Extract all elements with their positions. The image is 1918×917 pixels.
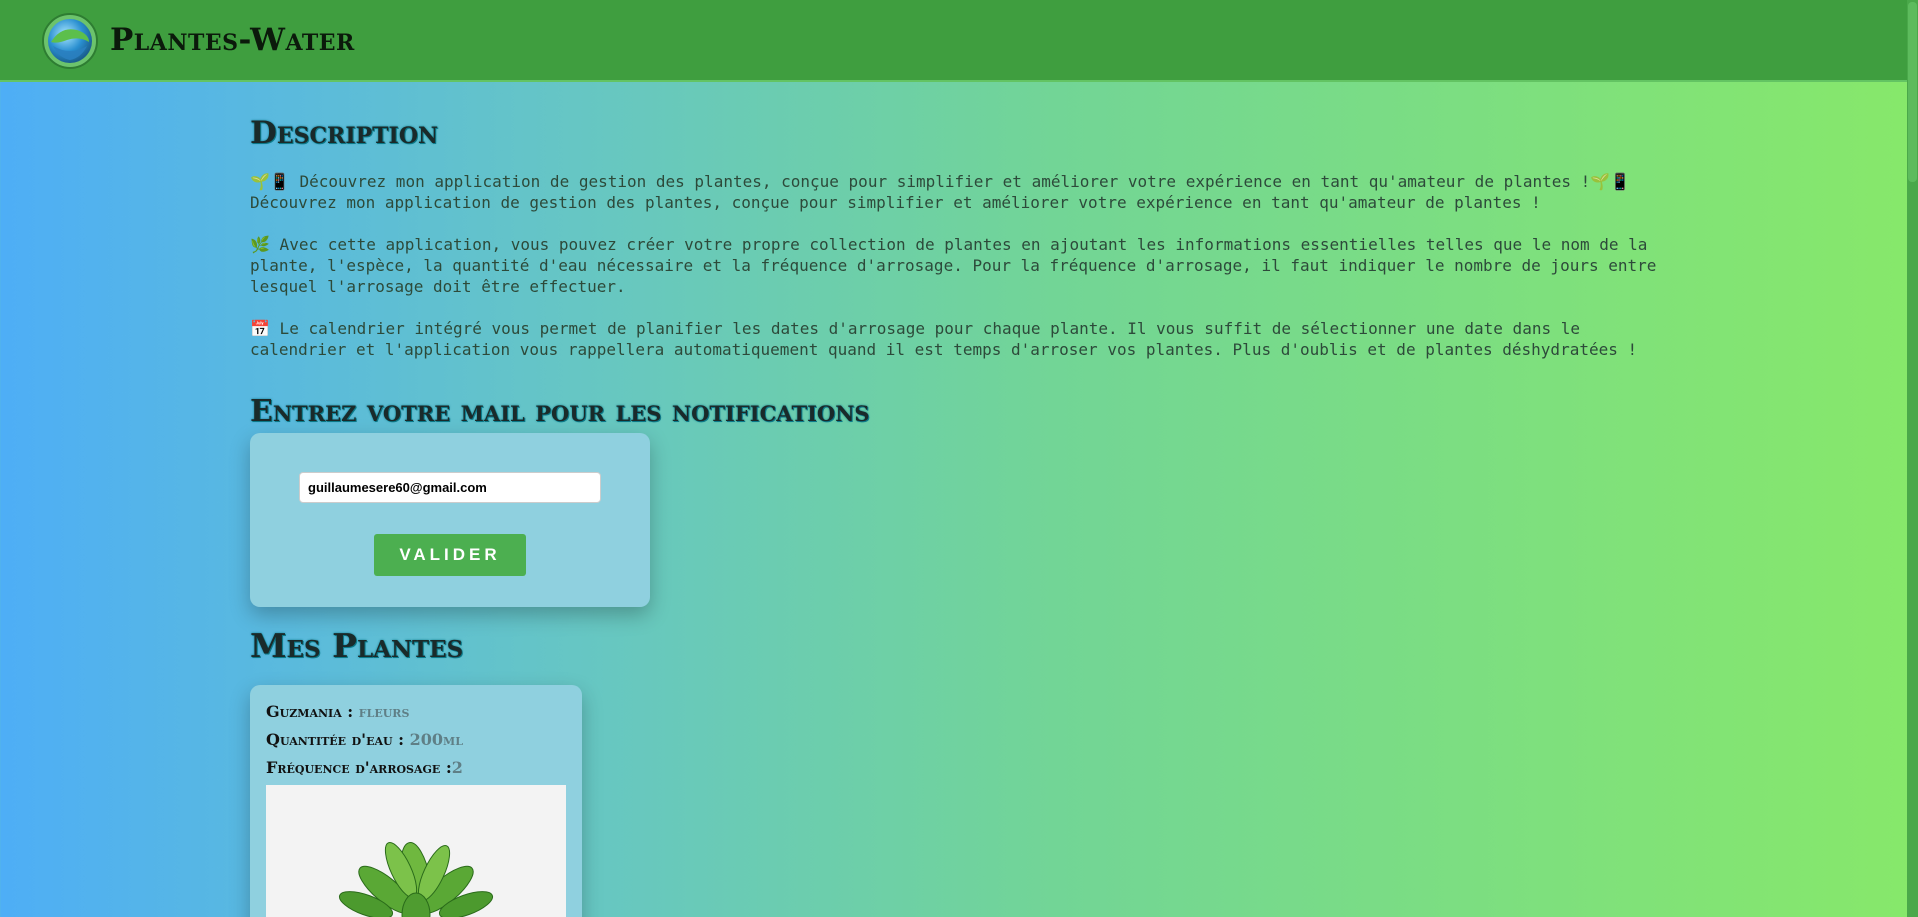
plant-species: fleurs	[358, 702, 410, 721]
plant-water-value: 200ml	[409, 730, 463, 749]
notifications-title: Entrez votre mail pour les notifications	[250, 394, 870, 429]
page-scrollbar[interactable]	[1907, 0, 1918, 917]
validate-button[interactable]: VALIDER	[374, 534, 526, 576]
description-title: Description	[250, 115, 439, 151]
plants-title: Mes Plantes	[250, 626, 464, 665]
description-paragraph-1: 🌱📱 Découvrez mon application de gestion …	[250, 172, 1631, 212]
description-paragraph-3: 📅 Le calendrier intégré vous permet de p…	[250, 319, 1638, 359]
app-title[interactable]: Plantes-Water	[110, 22, 355, 58]
plant-water-label: Quantitée d'eau :	[266, 730, 405, 749]
plant-frequency-label: Fréquence d'arrosage :	[266, 758, 452, 777]
description-paragraph-2: 🌿 Avec cette application, vous pouvez cr…	[250, 235, 1657, 296]
plant-water-line: Quantitée d'eau : 200ml	[266, 730, 463, 749]
globe-water-logo-icon[interactable]	[41, 12, 99, 70]
plant-name-line: Guzmania : fleurs	[266, 702, 410, 721]
potted-plant-photo	[266, 785, 566, 917]
plant-frequency-value: 2	[451, 758, 463, 777]
plant-name: Guzmania	[266, 702, 342, 721]
scrollbar-thumb[interactable]	[1908, 2, 1917, 182]
plant-card[interactable]: Guzmania : fleurs Quantitée d'eau : 200m…	[250, 685, 582, 917]
email-form-card: VALIDER	[250, 433, 650, 607]
app-header: Plantes-Water	[0, 0, 1918, 82]
plant-frequency-line: Fréquence d'arrosage :2	[266, 758, 463, 777]
email-input[interactable]	[299, 472, 601, 503]
